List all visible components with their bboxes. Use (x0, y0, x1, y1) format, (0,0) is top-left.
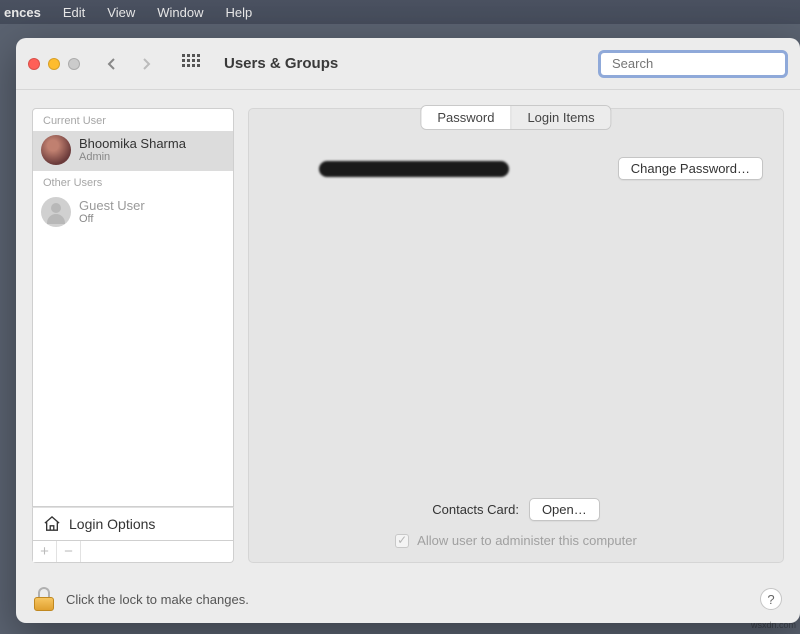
chevron-right-icon (141, 57, 151, 71)
menu-help[interactable]: Help (225, 5, 252, 20)
close-icon[interactable] (28, 58, 40, 70)
forward-button[interactable] (132, 52, 160, 76)
admin-checkbox-label: Allow user to administer this computer (417, 533, 637, 548)
change-password-button[interactable]: Change Password… (618, 157, 763, 180)
user-name: Bhoomika Sharma (79, 136, 186, 152)
redacted-username (319, 161, 509, 177)
help-button[interactable]: ? (760, 588, 782, 610)
user-status: Off (79, 213, 145, 226)
footer: Click the lock to make changes. ? (16, 575, 800, 623)
avatar (41, 135, 71, 165)
window-controls (28, 58, 80, 70)
menu-app[interactable]: ences (4, 5, 41, 20)
menu-view[interactable]: View (107, 5, 135, 20)
contacts-card-label: Contacts Card: (432, 502, 519, 517)
watermark: wsxdn.com (751, 620, 796, 630)
login-options-button[interactable]: Login Options (32, 507, 234, 541)
admin-checkbox (395, 534, 409, 548)
open-contacts-button[interactable]: Open… (529, 498, 600, 521)
user-role: Admin (79, 151, 186, 164)
search-input[interactable] (612, 56, 788, 71)
titlebar: Users & Groups (16, 38, 800, 90)
system-menubar: ences Edit View Window Help (0, 0, 800, 24)
menu-window[interactable]: Window (157, 5, 203, 20)
user-name: Guest User (79, 198, 145, 214)
current-user-header: Current User (33, 109, 233, 131)
users-sidebar: Current User Bhoomika Sharma Admin Other… (32, 108, 234, 563)
lock-button[interactable] (34, 587, 54, 611)
other-users-header: Other Users (33, 171, 233, 193)
back-button[interactable] (98, 52, 126, 76)
menu-edit[interactable]: Edit (63, 5, 85, 20)
zoom-icon (68, 58, 80, 70)
chevron-left-icon (107, 57, 117, 71)
lock-hint-text: Click the lock to make changes. (66, 592, 748, 607)
tab-password[interactable]: Password (421, 106, 510, 129)
tabs: Password Login Items (420, 105, 611, 130)
minimize-icon[interactable] (48, 58, 60, 70)
main-panel: Password Login Items Change Password… Co… (248, 108, 784, 563)
user-row-current[interactable]: Bhoomika Sharma Admin (33, 131, 233, 171)
login-options-label: Login Options (69, 516, 155, 532)
remove-user-button[interactable]: − (57, 541, 81, 562)
search-field[interactable] (598, 50, 788, 78)
tab-login-items[interactable]: Login Items (510, 106, 610, 129)
preferences-window: Users & Groups Current User Bhoomika Sha… (16, 38, 800, 623)
show-all-icon[interactable] (182, 54, 202, 74)
add-user-button[interactable]: + (33, 541, 57, 562)
avatar (41, 197, 71, 227)
house-icon (43, 516, 61, 532)
user-row-guest[interactable]: Guest User Off (33, 193, 233, 233)
window-title: Users & Groups (224, 55, 338, 72)
